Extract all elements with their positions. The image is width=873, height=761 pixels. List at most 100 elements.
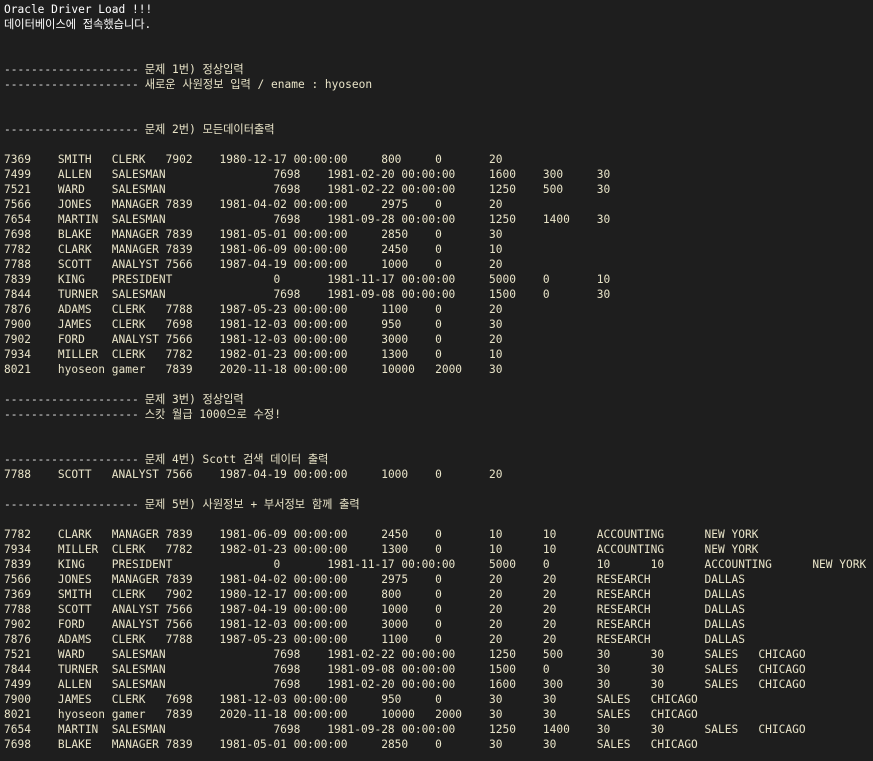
- table-cell: 0: [435, 243, 442, 256]
- table-cell: 30: [650, 678, 665, 691]
- section-1-title-text: 문제 1번) 정상입력: [144, 63, 244, 76]
- table-cell: 1981-02-22 00:00:00: [327, 183, 456, 196]
- table-cell: RESEARCH: [596, 633, 651, 646]
- table-cell: SALESMAN: [111, 663, 166, 676]
- table-cell: SCOTT: [57, 603, 92, 616]
- table-cell: 0: [435, 633, 442, 646]
- table-cell: RESEARCH: [596, 588, 651, 601]
- table-cell: SALES: [596, 708, 631, 721]
- table-cell: BLAKE: [57, 228, 92, 241]
- table-cell: 10: [542, 528, 557, 541]
- table-cell: 1981-06-09 00:00:00: [219, 528, 348, 541]
- table-cell: ACCOUNTING: [596, 543, 665, 556]
- table-cell: MILLER: [57, 348, 99, 361]
- table-cell: 7698: [273, 288, 301, 301]
- table-cell: 2000: [435, 363, 463, 376]
- table-cell: SALES: [704, 678, 739, 691]
- table-cell: 5000: [488, 558, 516, 571]
- table-cell: 10: [488, 348, 503, 361]
- table-cell: 0: [435, 153, 442, 166]
- console-output[interactable]: Oracle Driver Load !!! 데이터베이스에 접속했습니다. -…: [0, 0, 873, 761]
- separator-dashes: --------------------: [4, 78, 139, 91]
- table-cell: SALES: [704, 648, 739, 661]
- table-cell: SALES: [704, 663, 739, 676]
- table-row: 7369 SMITH CLERK 7902 1980-12-17 00:00:00 800…: [4, 587, 873, 602]
- table-cell: 10: [542, 543, 557, 556]
- table-cell: 30: [488, 738, 503, 751]
- table-cell: FORD: [57, 333, 85, 346]
- table-cell: 20: [488, 573, 503, 586]
- table-cell: RESEARCH: [596, 618, 651, 631]
- table-row: 7876 ADAMS CLERK 7788 1987-05-23 00:00:00 110…: [4, 632, 873, 647]
- table-cell: 30: [650, 723, 665, 736]
- table-cell: 0: [435, 738, 442, 751]
- table-cell: SALESMAN: [111, 213, 166, 226]
- table-cell: 30: [596, 213, 611, 226]
- table-row: 7499 ALLEN SALESMAN 7698 1981-02-20 00:00:00…: [4, 677, 873, 692]
- table-cell: 1981-11-17 00:00:00: [327, 273, 456, 286]
- table-cell: 7839: [4, 273, 31, 286]
- table-cell: 2000: [435, 708, 463, 721]
- table-cell: 30: [542, 708, 557, 721]
- table-cell: CLERK: [111, 693, 146, 706]
- table-cell: 1400: [542, 213, 570, 226]
- section-1-title: -------------------- 문제 1번) 정상입력: [4, 62, 873, 77]
- table-cell: 2975: [381, 573, 409, 586]
- table-cell: 30: [650, 648, 665, 661]
- table-cell: MANAGER 7839: [111, 738, 193, 751]
- table-cell: MANAGER 7839: [111, 528, 193, 541]
- table-cell: 1000: [381, 603, 409, 616]
- table-cell: 1987-04-19 00:00:00: [219, 603, 348, 616]
- table-cell: DALLAS: [704, 633, 745, 646]
- table-row: 7844 TURNER SALESMAN 7698 1981-09-08 00:00:0…: [4, 662, 873, 677]
- table-cell: 1981-09-08 00:00:00: [327, 663, 456, 676]
- table-cell: 7788: [165, 633, 193, 646]
- table-row: 7902 FORD ANALYST 7566 1981-12-03 00:00:00 3…: [4, 617, 873, 632]
- table-cell: CLERK: [111, 318, 146, 331]
- table-cell: 30: [596, 183, 611, 196]
- table-cell: 1981-05-01 00:00:00: [219, 738, 348, 751]
- section-5-title-text: 문제 5번) 사원정보 + 부서정보 함께 출력: [144, 498, 360, 511]
- table-cell: 30: [596, 168, 611, 181]
- table-row: 7902 FORD ANALYST 7566 1981-12-03 00:00:00 3…: [4, 332, 873, 347]
- table-cell: 7788: [4, 603, 31, 616]
- table-cell: 7934: [4, 348, 31, 361]
- table-cell: SALESMAN: [111, 288, 166, 301]
- table-cell: 7902: [4, 618, 31, 631]
- table-cell: CLERK: [111, 153, 146, 166]
- table-cell: 1600: [488, 678, 516, 691]
- table-cell: MARTIN: [57, 723, 99, 736]
- table-row: 7839 KING PRESIDENT 0 1981-11-17 00:00:00 500…: [4, 272, 873, 287]
- table-cell: 0: [435, 528, 442, 541]
- table-cell: 30: [542, 738, 557, 751]
- table-cell: CHICAGO: [650, 708, 698, 721]
- table-cell: 800: [381, 588, 402, 601]
- table-row: 7844 TURNER SALESMAN 7698 1981-09-08 00:00:0…: [4, 287, 873, 302]
- table-cell: 10: [596, 273, 611, 286]
- db-connected-message: 데이터베이스에 접속했습니다.: [4, 18, 152, 31]
- table-cell: 0: [435, 573, 442, 586]
- table-cell: 1100: [381, 303, 409, 316]
- table-cell: 30: [596, 288, 611, 301]
- table-cell: 1300: [381, 543, 409, 556]
- table-cell: MANAGER 7839: [111, 198, 193, 211]
- table-cell: SMITH: [57, 153, 92, 166]
- table-cell: 7839: [4, 558, 31, 571]
- table-cell: SCOTT: [57, 468, 92, 481]
- table-cell: 0: [273, 273, 281, 286]
- table-cell: 1981-12-03 00:00:00: [219, 333, 348, 346]
- table-cell: 0: [435, 333, 442, 346]
- table-cell: ANALYST 7566: [111, 258, 193, 271]
- table-cell: SALES: [704, 723, 739, 736]
- table-cell: 7902: [165, 153, 193, 166]
- table-cell: 7499: [4, 168, 31, 181]
- table-cell: 7369: [4, 153, 31, 166]
- table-cell: SALESMAN: [111, 168, 166, 181]
- table-cell: MANAGER 7839: [111, 243, 193, 256]
- table-cell: 7698: [165, 318, 193, 331]
- table-cell: SALES: [596, 693, 631, 706]
- driver-load-message: Oracle Driver Load !!!: [4, 3, 153, 16]
